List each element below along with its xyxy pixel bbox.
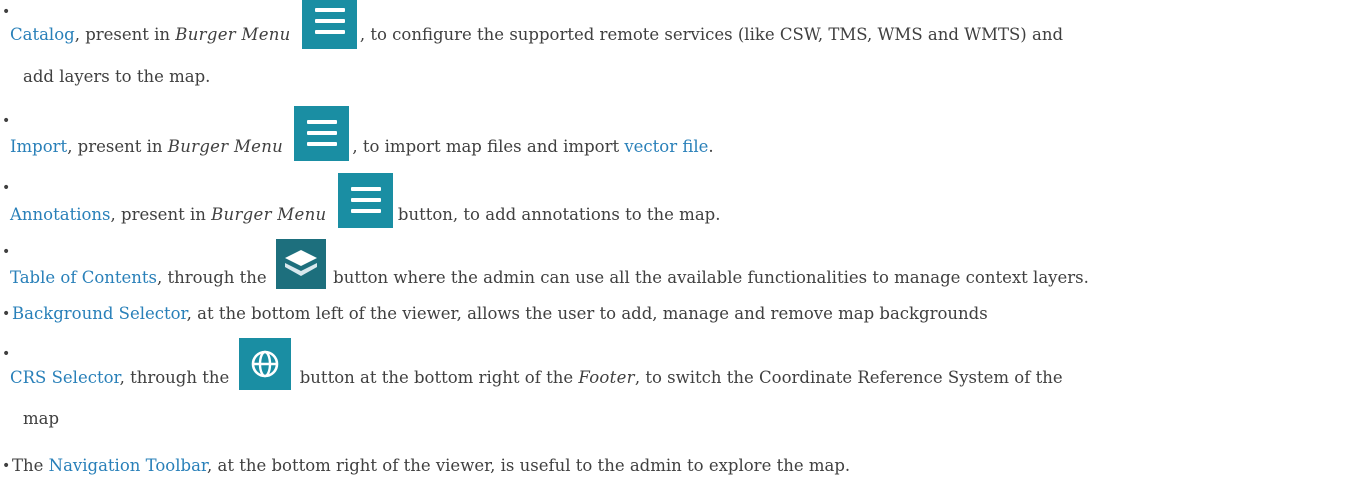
vector-file-link[interactable]: vector file (624, 137, 708, 156)
import-link[interactable]: Import (10, 137, 67, 156)
list-item-import: • Import, present in Burger Menu , to im… (0, 106, 1371, 164)
list-item-crs-selector: • CRS Selector, through the button at th… (0, 338, 1371, 452)
text: , through the (119, 367, 235, 387)
list-item-line: Catalog, present in Burger Menu , to con… (10, 0, 1063, 55)
text: , to configure the supported remote serv… (359, 25, 1064, 44)
text: , to switch the Coordinate Reference Sys… (634, 367, 1063, 387)
list-item-catalog: • Catalog, present in Burger Menu , to c… (0, 0, 1371, 90)
burger-menu-icon[interactable] (294, 106, 350, 161)
text: , at the bottom right of the viewer, is … (207, 456, 851, 475)
table-of-contents-link[interactable]: Table of Contents (10, 268, 157, 287)
list-item-background-selector: • Background Selector, at the bottom lef… (0, 300, 1371, 334)
list-item-line: The Navigation Toolbar, at the bottom ri… (12, 456, 850, 475)
bullet: • (2, 306, 11, 322)
text: , present in (67, 137, 168, 156)
list-item-toc: • Table of Contents, through the button … (0, 239, 1371, 293)
crs-selector-link[interactable]: CRS Selector (10, 368, 120, 387)
list-item-navigation-toolbar: • The Navigation Toolbar, at the bottom … (0, 452, 1371, 486)
text: . (708, 137, 714, 156)
list-item-line: CRS Selector, through the button at the … (10, 338, 1063, 392)
text: map (23, 409, 60, 428)
catalog-link[interactable]: Catalog (10, 25, 75, 44)
layers-icon[interactable] (275, 239, 326, 289)
text: button, to add annotations to the map. (392, 205, 721, 224)
list-item-line: Import, present in Burger Menu , to impo… (10, 106, 714, 163)
navigation-toolbar-link[interactable]: Navigation Toolbar (49, 456, 207, 475)
text: add layers to the map. (23, 67, 211, 86)
list-item-line: map (23, 409, 59, 428)
burger-menu-label: Burger Menu (175, 25, 291, 44)
text: , at the bottom left of the viewer, allo… (186, 304, 988, 323)
text: button where the admin can use all the a… (327, 267, 1089, 287)
burger-menu-icon[interactable] (337, 173, 393, 228)
text: , present in (74, 25, 176, 44)
background-selector-link[interactable]: Background Selector (12, 304, 187, 323)
text: , through the (157, 267, 272, 287)
bullet: • (2, 458, 11, 474)
list-item-line: Table of Contents, through the button wh… (10, 239, 1089, 291)
list-item-annotations: • Annotations, present in Burger Menu bu… (0, 173, 1371, 231)
text: , present in (110, 205, 212, 224)
burger-menu-label: Burger Menu (211, 205, 327, 224)
text: button at the bottom right of the (294, 367, 579, 387)
text: The (12, 456, 49, 475)
globe-icon[interactable] (238, 338, 291, 390)
annotations-link[interactable]: Annotations (10, 205, 111, 224)
burger-menu-label: Burger Menu (167, 137, 284, 156)
list-item-line: Background Selector, at the bottom left … (12, 304, 988, 323)
burger-menu-icon[interactable] (301, 0, 357, 49)
list-item-line: add layers to the map. (23, 67, 210, 86)
text: , to import map files and import (352, 137, 625, 156)
list-item-line: Annotations, present in Burger Menu butt… (10, 173, 721, 230)
footer-label: Footer (578, 367, 635, 387)
